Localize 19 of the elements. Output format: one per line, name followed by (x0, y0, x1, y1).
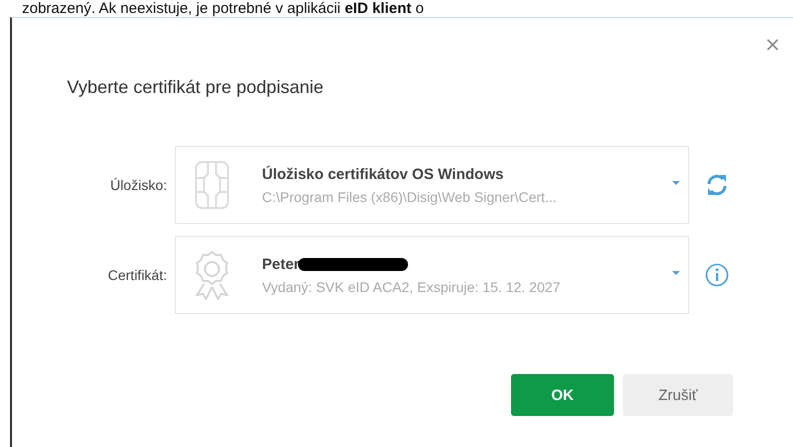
cancel-button[interactable]: Zrušiť (623, 374, 733, 416)
option-title: Peter (262, 256, 300, 272)
award-icon (194, 250, 230, 300)
field-label: Úložisko: (109, 177, 168, 193)
option-detail: Vydaný: SVK eID ACA2, Exspiruje: 15. 12. 2027 (262, 278, 560, 294)
instruction-text: zobrazený. Ak neexistuje, je potrebné v aplikácii eID klient o (21, 0, 425, 17)
refresh-icon[interactable] (705, 174, 729, 196)
option-detail: C:\Program Files (x86)\Disig\Web Signer\Cert... (262, 188, 557, 204)
caret-icon (672, 271, 680, 275)
ok-button[interactable]: OK (511, 374, 614, 416)
field-label: Certifikát: (106, 267, 168, 283)
chip-card-icon (194, 160, 230, 210)
close-button[interactable]: × (762, 34, 783, 54)
option-title: Úložisko certifikátov OS Windows (262, 166, 504, 182)
store-dropdown[interactable]: Úložisko certifikátov OS Windows C:\Program Files (x86)\Disig\Web Signer\Cert... (175, 146, 689, 224)
info-icon[interactable] (705, 263, 729, 287)
dialog-title: Vyberte certifikát pre podpisanie (67, 77, 324, 99)
certificate-dropdown[interactable]: Peter Vydaný: SVK eID ACA2, Exspiruje: 15. 12. 2027 (175, 236, 689, 314)
caret-icon (672, 181, 680, 185)
